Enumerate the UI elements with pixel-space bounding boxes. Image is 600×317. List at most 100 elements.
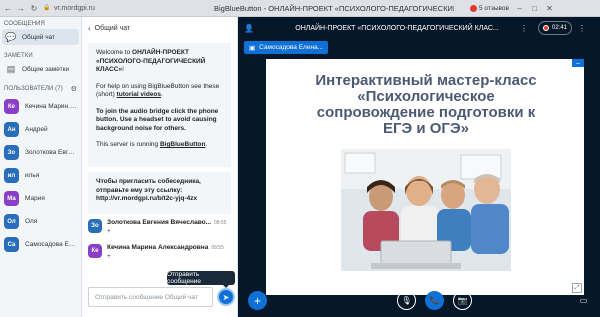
- settings-gear-icon[interactable]: ⚙: [71, 85, 77, 93]
- user-list-item[interactable]: Са Самосадова Елен...: [0, 233, 81, 256]
- avatar-initials: Ке: [8, 103, 15, 110]
- chat-message: Зо Золоткова Евгения Вячеславо... 08:55 +: [82, 219, 237, 239]
- messages-section-title: СООБЩЕНИЯ: [4, 21, 45, 27]
- address-bar[interactable]: vr.mordgpi.ru: [54, 5, 214, 12]
- avatar: Ке: [4, 99, 19, 114]
- camera-off-icon: 📷: [457, 296, 468, 305]
- leave-audio-button[interactable]: 📞: [425, 291, 444, 310]
- message-time: 08:55: [211, 245, 224, 251]
- send-icon: ➤: [222, 292, 230, 302]
- avatar-initials: Ол: [7, 218, 16, 225]
- avatar: ил: [4, 168, 19, 183]
- message-body: Кечина Марина Александровна 08:55 +: [107, 244, 224, 260]
- presenter-name: Самосадова Елена...: [259, 44, 324, 51]
- user-name: Золоткова Евгени...: [25, 149, 77, 156]
- notes-icon: ▤: [6, 63, 16, 74]
- users-section-title: ПОЛЬЗОВАТЕЛИ (7) ⚙: [4, 85, 77, 93]
- minimize-icon[interactable]: –: [515, 4, 524, 13]
- presenter-icon: ▣: [249, 44, 256, 52]
- tutorial-link[interactable]: tutorial videos: [117, 91, 161, 98]
- user-list-item[interactable]: Ке Кечина Марин...(Вы): [0, 95, 81, 118]
- reviews-badge-label: 5 отзывов: [479, 4, 509, 12]
- message-list: Зо Золоткова Евгения Вячеславо... 08:55 + Ке…: [82, 219, 237, 264]
- user-list-toggle-icon[interactable]: 👤: [244, 24, 254, 33]
- meeting-title: ОНЛАЙН-ПРОЕКТ «ПСИХОЛОГО-ПЕДАГОГИЧЕСКИЙ …: [295, 24, 499, 32]
- microphone-muted-icon: 🎙: [401, 296, 412, 305]
- window-title: BigBlueButton - ОНЛАЙН-ПРОЕКТ «ПСИХОЛОГО…: [214, 3, 454, 13]
- recording-indicator[interactable]: 02:41: [538, 21, 573, 35]
- actions-plus-button[interactable]: +: [248, 291, 267, 310]
- sidebar-item-public-chat[interactable]: 💬 Общий чат: [2, 29, 79, 45]
- avatar-initials: Зо: [7, 149, 16, 156]
- avatar: Ол: [4, 214, 19, 229]
- avatar: Ке: [88, 244, 102, 258]
- screen-share-button[interactable]: ▭: [574, 291, 593, 310]
- maximize-icon[interactable]: □: [530, 4, 539, 13]
- family-photo-illustration: [341, 149, 511, 271]
- user-name: илья: [25, 172, 40, 179]
- close-icon[interactable]: ✕: [545, 4, 554, 13]
- send-tooltip: Отправить сообщение: [167, 271, 235, 288]
- user-name: Кечина Марин...(Вы): [25, 103, 77, 110]
- message-author: Золоткова Евгения Вячеславо...: [107, 219, 212, 226]
- avatar-initials: Зо: [91, 223, 99, 229]
- forward-arrow-icon[interactable]: →: [16, 3, 26, 13]
- avatar: Ан: [4, 122, 19, 137]
- chevron-left-icon[interactable]: ‹: [88, 24, 91, 33]
- user-name: Андрей: [25, 126, 48, 133]
- user-list-item[interactable]: Ан Андрей: [0, 118, 81, 141]
- message-text: +: [107, 253, 111, 260]
- browser-bar: ← → ↻ 🔒 vr.mordgpi.ru BigBlueButton - ОН…: [0, 0, 600, 17]
- presentation-slide: – Интерактивный мастер-класс «Психологич…: [266, 59, 584, 295]
- sidebar: СООБЩЕНИЯ 💬 Общий чат ЗАМЕТКИ ▤ Общие за…: [0, 17, 82, 317]
- chat-message: Ке Кечина Марина Александровна 08:55 +: [82, 244, 237, 264]
- share-webcam-button[interactable]: 📷: [453, 291, 472, 310]
- avatar: Ма: [4, 191, 19, 206]
- sidebar-item-shared-notes[interactable]: ▤ Общие заметки: [0, 61, 81, 77]
- plus-icon: +: [253, 293, 261, 308]
- message-text: +: [107, 228, 111, 235]
- welcome-message: Welcome to ОНЛАЙН-ПРОЕКТ «ПСИХОЛОГО-ПЕДА…: [88, 43, 231, 167]
- recording-time: 02:41: [552, 25, 568, 31]
- reviews-badge[interactable]: 5 отзывов: [470, 4, 509, 12]
- presenter-tag: ▣ Самосадова Елена...: [244, 41, 329, 54]
- reload-icon[interactable]: ↻: [29, 3, 39, 13]
- phone-icon: 📞: [429, 296, 440, 305]
- sidebar-item-label: Общие заметки: [22, 65, 70, 73]
- user-name: Мария: [25, 195, 45, 202]
- avatar: Са: [4, 237, 19, 252]
- message-author: Кечина Марина Александровна: [107, 244, 209, 251]
- user-list-item[interactable]: Зо Золоткова Евгени...: [0, 141, 81, 164]
- notes-section-title: ЗАМЕТКИ: [4, 53, 33, 59]
- avatar-initials: Ке: [91, 248, 99, 254]
- back-arrow-icon[interactable]: ←: [3, 3, 13, 13]
- chat-bubble-icon: 💬: [5, 31, 17, 42]
- slide-photo: [341, 149, 511, 271]
- send-button[interactable]: ➤: [217, 288, 235, 306]
- mute-microphone-button[interactable]: 🎙: [397, 291, 416, 310]
- invite-link[interactable]: http://vr.mordgpi.ru/b/t2c-yjq-4zx: [96, 195, 223, 204]
- chat-panel: ‹ Общий чат Welcome to ОНЛАЙН-ПРОЕКТ «ПС…: [82, 17, 238, 317]
- user-list-item[interactable]: Ма Мария: [0, 187, 81, 210]
- message-body: Золоткова Евгения Вячеславо... 08:55 +: [107, 219, 227, 235]
- chat-message-input[interactable]: Отправить сообщение Общий чат: [88, 287, 213, 307]
- kebab-icon[interactable]: ⋮: [520, 24, 528, 33]
- avatar: Зо: [88, 219, 102, 233]
- avatar-initials: Са: [7, 241, 16, 248]
- top-bar: 👤 ОНЛАЙН-ПРОЕКТ «ПСИХОЛОГО-ПЕДАГОГИЧЕСКИ…: [238, 17, 600, 39]
- invite-message: Чтобы пригласить собеседника, отправьте …: [88, 172, 231, 214]
- minimize-presentation-icon[interactable]: –: [572, 59, 584, 67]
- chat-header[interactable]: ‹ Общий чат: [82, 17, 237, 39]
- user-name: Самосадова Елен...: [25, 241, 77, 248]
- user-name: Оля: [25, 218, 38, 225]
- sidebar-item-label: Общий чат: [22, 33, 56, 41]
- user-list-item[interactable]: ил илья: [0, 164, 81, 187]
- bbb-link[interactable]: BigBlueButton: [160, 141, 206, 148]
- chat-title: Общий чат: [94, 24, 131, 32]
- slide-title: Интерактивный мастер-класс «Психологичес…: [315, 72, 537, 137]
- avatar-initials: ил: [7, 172, 16, 179]
- user-list-item[interactable]: Ол Оля: [0, 210, 81, 233]
- options-icon[interactable]: ⋮: [578, 24, 586, 33]
- message-time: 08:55: [214, 220, 227, 226]
- reviews-dot-icon: [470, 4, 477, 12]
